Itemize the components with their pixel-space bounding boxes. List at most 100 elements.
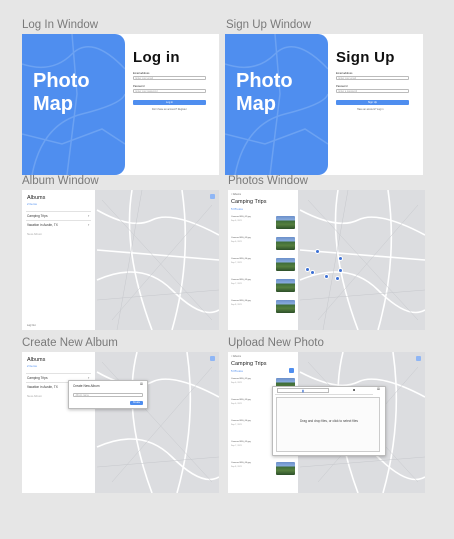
photo-name: Camera IMG_02.jpg: [231, 378, 251, 380]
map-control-button[interactable]: [416, 356, 421, 361]
album-window: Albums 2 Items Camping Trips › Vacation …: [22, 190, 219, 330]
photos-window: < Albums Camping Trips 5 Photos Camera I…: [228, 190, 425, 330]
albums-title: Albums: [27, 195, 46, 201]
map-pin-icon[interactable]: [338, 256, 343, 261]
login-link[interactable]: Have an account? Log in: [357, 108, 383, 111]
password-label: Password: [133, 85, 145, 88]
photo-row[interactable]: Camera IMG_05.jpg Sep 7, 2021: [228, 277, 298, 297]
upload-photo-button[interactable]: [289, 368, 294, 373]
brand-line-1: Photo: [236, 70, 293, 92]
email-field[interactable]: Enter your email: [133, 76, 206, 80]
hero-banner: Photo Map: [22, 34, 125, 175]
album-title: Camping Trips: [231, 199, 267, 205]
photo-name: Camera IMG_03.jpg: [231, 237, 251, 239]
signup-button[interactable]: Sign Up: [336, 100, 409, 105]
photo-row[interactable]: Camera IMG_06.jpg Sep 8, 2021: [228, 298, 298, 318]
upload-tabs: ▮ ◙: [275, 388, 373, 395]
photo-meta: Sep 8, 2021: [231, 466, 242, 468]
photo-name: Camera IMG_04.jpg: [231, 258, 251, 260]
email-label: Email address: [133, 72, 150, 75]
upload-photo-modal: ▮ ◙ ⊠ Drag and drop files, or click to s…: [272, 386, 386, 456]
map-pin-icon[interactable]: [335, 276, 340, 281]
photo-meta: Sep 7, 2021: [231, 445, 242, 447]
photo-name: Camera IMG_05.jpg: [231, 279, 251, 281]
map-pin-icon[interactable]: [315, 249, 320, 254]
frame-title-create-album: Create New Album: [22, 337, 118, 349]
frame-title-photos: Photos Window: [228, 175, 308, 187]
albums-title: Albums: [27, 357, 46, 363]
chevron-right-icon: ›: [88, 222, 90, 227]
album-item-austin[interactable]: Vacation in Austin, TX: [27, 223, 58, 227]
album-item-austin[interactable]: Vacation in Austin, TX: [27, 385, 58, 389]
file-icon: ▮: [302, 389, 304, 393]
close-icon[interactable]: ⊠: [140, 382, 143, 386]
divider: [26, 373, 91, 374]
photo-meta: Sep 6, 2021: [231, 403, 242, 405]
album-item-camping[interactable]: Camping Trips: [27, 214, 48, 218]
login-heading: Log in: [133, 49, 180, 66]
album-title: Camping Trips: [231, 361, 267, 367]
new-album-link[interactable]: New Album: [27, 394, 42, 398]
create-button[interactable]: Create: [130, 401, 143, 405]
albums-panel: Albums 2 Items Camping Trips › Vacation …: [22, 190, 95, 330]
tab-file[interactable]: ▮: [277, 388, 329, 393]
frame-title-upload-photo: Upload New Photo: [228, 337, 324, 349]
frame-title-album: Album Window: [22, 175, 99, 187]
divider: [26, 220, 91, 221]
map-control-button[interactable]: [210, 194, 215, 199]
email-label: Email address: [336, 72, 353, 75]
photo-row[interactable]: Camera IMG_03.jpg Sep 6, 2021: [228, 235, 298, 255]
albums-panel: Albums 2 Items Camping Trips › Vacation …: [22, 352, 95, 493]
email-field[interactable]: Enter your email: [336, 76, 409, 80]
photo-thumbnail[interactable]: [276, 279, 295, 292]
password-field[interactable]: Enter your password: [133, 89, 206, 93]
photo-row[interactable]: Camera IMG_06.jpg Sep 8, 2021: [228, 460, 298, 480]
album-item-camping[interactable]: Camping Trips: [27, 376, 48, 380]
new-album-link[interactable]: New Album: [27, 232, 42, 236]
login-button[interactable]: Log in: [133, 100, 206, 105]
dropzone[interactable]: Drag and drop files, or click to select …: [276, 397, 380, 452]
photo-name: Camera IMG_03.jpg: [231, 399, 251, 401]
logout-link[interactable]: Log Out: [27, 324, 36, 327]
photo-row[interactable]: Camera IMG_04.jpg Sep 7, 2021: [228, 256, 298, 276]
photo-meta: Sep 6, 2021: [231, 241, 242, 243]
camera-icon[interactable]: ◙: [353, 388, 355, 392]
map-pin-icon[interactable]: [338, 268, 343, 273]
photo-name: Camera IMG_05.jpg: [231, 441, 251, 443]
photo-thumbnail[interactable]: [276, 237, 295, 250]
photo-meta: Sep 7, 2021: [231, 283, 242, 285]
photo-meta: Sep 7, 2021: [231, 262, 242, 264]
password-field[interactable]: Enter a password: [336, 89, 409, 93]
upload-photo-window: < Albums Camping Trips 5 Photos Camera I…: [228, 352, 425, 493]
photo-name: Camera IMG_06.jpg: [231, 462, 251, 464]
photo-thumbnail[interactable]: [276, 258, 295, 271]
signup-heading: Sign Up: [336, 49, 395, 66]
albums-count: 2 Items: [27, 202, 37, 206]
photo-thumbnail[interactable]: [276, 462, 295, 475]
album-name-input[interactable]: Album name: [73, 393, 143, 397]
map-pin-icon[interactable]: [324, 274, 329, 279]
photo-row[interactable]: Camera IMG_02.jpg Sep 6, 2021: [228, 214, 298, 234]
modal-title: Create New Album: [73, 384, 100, 388]
photo-meta: Sep 8, 2021: [231, 304, 242, 306]
brand-line-1: Photo: [33, 70, 90, 92]
close-icon[interactable]: ⊠: [377, 387, 380, 391]
chevron-right-icon: ›: [88, 213, 90, 218]
hero-banner: Photo Map: [225, 34, 328, 175]
photo-name: Camera IMG_02.jpg: [231, 216, 251, 218]
photo-thumbnail[interactable]: [276, 300, 295, 313]
photo-meta: Sep 7, 2021: [231, 424, 242, 426]
register-link[interactable]: Don't have an account? Register: [152, 108, 187, 111]
photo-thumbnail[interactable]: [276, 216, 295, 229]
map-pin-icon[interactable]: [310, 270, 315, 275]
photo-meta: Sep 6, 2021: [231, 382, 242, 384]
brand-line-2: Map: [33, 93, 73, 115]
back-to-albums-link[interactable]: < Albums: [231, 193, 241, 196]
photos-panel: < Albums Camping Trips 5 Photos Camera I…: [228, 190, 298, 330]
back-to-albums-link[interactable]: < Albums: [231, 355, 241, 358]
photo-meta: Sep 6, 2021: [231, 220, 242, 222]
create-album-modal: Create New Album ⊠ Album name Create: [68, 380, 148, 409]
password-label: Password: [336, 85, 348, 88]
frame-title-login: Log In Window: [22, 19, 99, 31]
map-control-button[interactable]: [210, 356, 215, 361]
